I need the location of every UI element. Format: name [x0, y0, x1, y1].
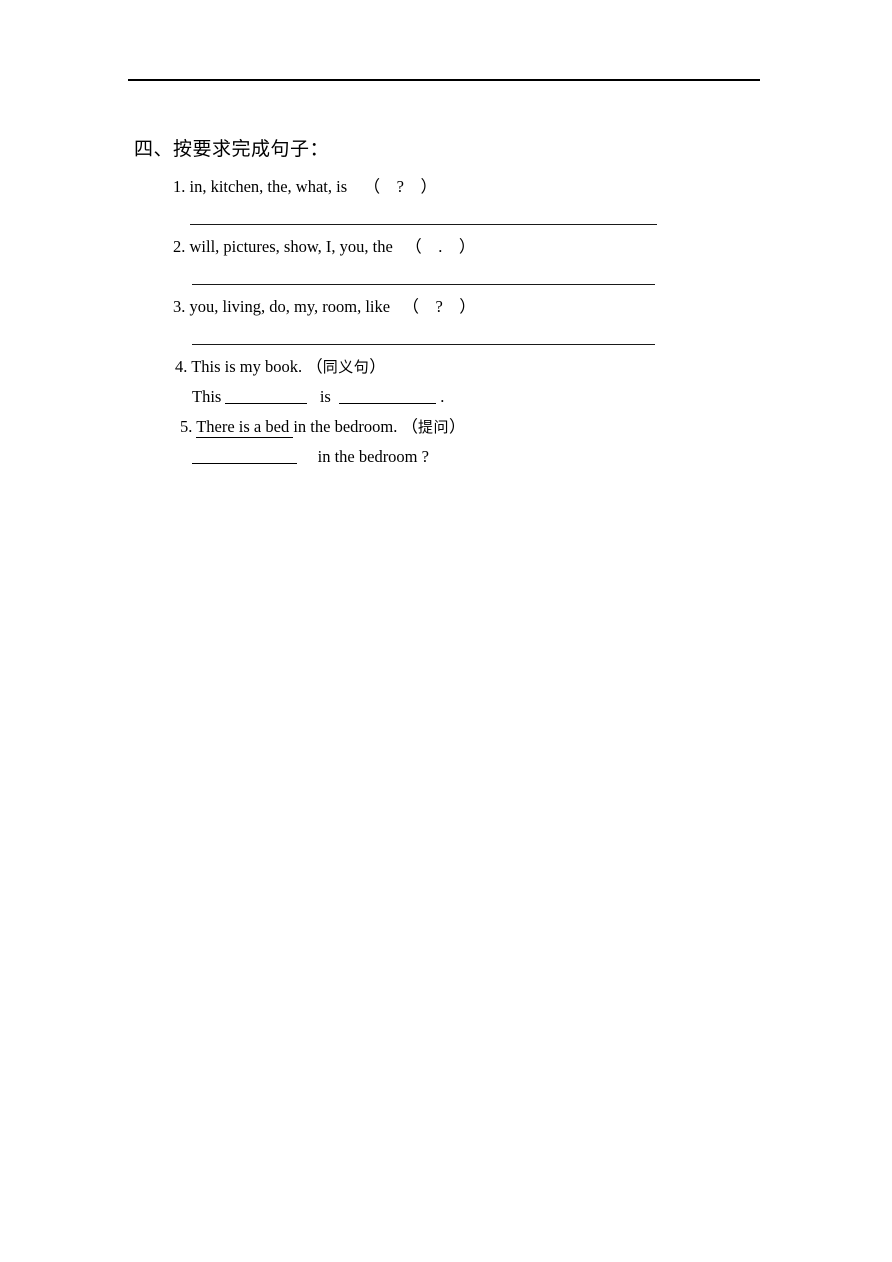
question-number-4: 4.	[175, 357, 188, 376]
answer-rule-2[interactable]	[192, 284, 655, 285]
question-hint-close-5: ）	[449, 417, 466, 436]
question-hint-open-4: （	[306, 357, 323, 376]
question-number-1: 1.	[173, 177, 186, 196]
question-prompt-1: in, kitchen, the, what, is	[189, 177, 348, 196]
question-item-3: 3. you, living, do, my, room, like （ ? ）	[173, 296, 476, 318]
question-item-1: 1. in, kitchen, the, what, is （ ? ）	[173, 176, 437, 198]
question-hint-1: （ ? ）	[363, 177, 437, 196]
answer-line-5: in the bedroom ?	[192, 446, 429, 468]
answer-blank-4a[interactable]	[225, 388, 308, 404]
question-item-4: 4. This is my book. （同义句）	[175, 356, 386, 379]
question-hint-cjk-4: 同义句	[322, 360, 370, 376]
question-hint-close-4: ）	[369, 357, 386, 376]
answer-suffix-4: .	[440, 387, 445, 406]
question-number-5: 5.	[180, 417, 193, 436]
question-prompt-underlined-5: There is a bed	[196, 417, 294, 438]
question-hint-3: （ ? ）	[402, 297, 476, 316]
question-hint-open-5: （	[401, 417, 418, 436]
question-prompt-4: This is my book.	[191, 357, 303, 376]
question-item-5: 5. There is a bed in the bedroom. （提问）	[180, 416, 466, 439]
answer-blank-4b[interactable]	[339, 388, 437, 404]
header-divider-rule	[128, 79, 760, 81]
question-prompt-rest-5: in the bedroom.	[293, 417, 398, 436]
answer-rule-3[interactable]	[192, 344, 655, 345]
answer-blank-5a[interactable]	[192, 448, 297, 464]
question-number-2: 2.	[173, 237, 186, 256]
question-hint-cjk-5: 提问	[417, 420, 449, 436]
answer-prefix-4: This	[192, 387, 222, 406]
question-prompt-3: you, living, do, my, room, like	[189, 297, 391, 316]
question-hint-2: （ . ）	[405, 237, 476, 256]
question-prompt-2: will, pictures, show, I, you, the	[189, 237, 393, 256]
answer-middle-4: is	[319, 387, 331, 406]
answer-rule-1[interactable]	[190, 224, 657, 225]
answer-line-4: This is .	[192, 386, 444, 408]
section-heading: 四、按要求完成句子：	[134, 139, 330, 160]
question-item-2: 2. will, pictures, show, I, you, the （ .…	[173, 236, 475, 258]
answer-suffix-5: in the bedroom ?	[317, 447, 429, 466]
question-number-3: 3.	[173, 297, 186, 316]
worksheet-page: 四、按要求完成句子： 1. in, kitchen, the, what, is…	[0, 0, 892, 1262]
